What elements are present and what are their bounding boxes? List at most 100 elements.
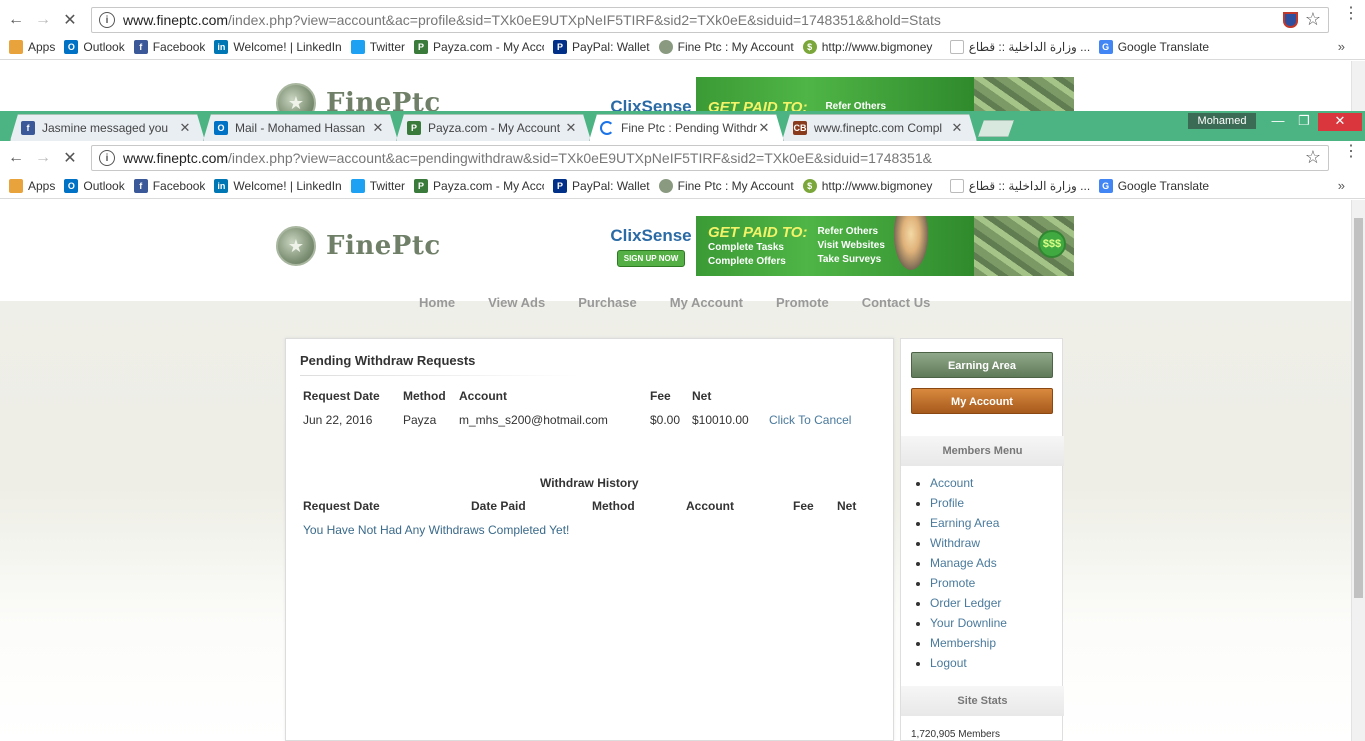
banner-brand: ClixSense xyxy=(610,225,692,245)
clixsense-banner[interactable]: ClixSense SIGN UP NOW GET PAID TO: Compl… xyxy=(606,216,1074,276)
info-icon[interactable]: i xyxy=(99,12,115,28)
col-method: Method xyxy=(403,389,446,403)
bookmark-paypal[interactable]: P PayPal: Wallet xyxy=(553,39,650,54)
back-address-bar[interactable]: i www.fineptc.com/index.php?view=account… xyxy=(91,7,1329,33)
info-icon[interactable]: i xyxy=(99,150,115,166)
cell-net: $10010.00 xyxy=(692,413,749,427)
menu-dots-icon[interactable]: ⋮ xyxy=(1343,6,1359,22)
bookmark-twitter[interactable]: Twitter xyxy=(350,39,405,54)
bookmark-linkedin[interactable]: in Welcome! | LinkedIn xyxy=(214,39,342,54)
bookmark-moi[interactable]: وزارة الداخلية :: قطاع ... xyxy=(949,178,1090,193)
page-scrollbar[interactable] xyxy=(1351,200,1365,741)
bookmark-fineptc[interactable]: Fine Ptc : My Account xyxy=(658,39,794,54)
banner-text: Visit Websites xyxy=(817,240,885,251)
restore-icon[interactable]: ❐ xyxy=(1290,113,1318,131)
bookmark-paypal[interactable]: P PayPal: Wallet xyxy=(553,178,650,193)
nav-promote[interactable]: Promote xyxy=(776,295,829,310)
star-icon[interactable]: ☆ xyxy=(1305,147,1321,168)
bookmark-moi[interactable]: وزارة الداخلية :: قطاع ... xyxy=(949,39,1090,54)
menu-membership[interactable]: Membership xyxy=(930,633,1007,653)
bookmarks-overflow-icon[interactable]: » xyxy=(1338,39,1345,54)
facebook-icon: f xyxy=(133,178,148,193)
back-arrow-icon[interactable]: ← xyxy=(5,147,27,169)
cell-method: Payza xyxy=(403,413,437,427)
forward-arrow-icon[interactable]: → xyxy=(32,147,54,169)
dollar-icon: $ xyxy=(802,178,817,193)
tab-fineptc-complete[interactable]: CB www.fineptc.com Compl ✕ xyxy=(782,114,977,141)
close-tab-icon[interactable]: ✕ xyxy=(564,120,578,136)
banner-text: Take Surveys xyxy=(817,254,882,265)
nav-view-ads[interactable]: View Ads xyxy=(488,295,545,310)
cancel-link[interactable]: Click To Cancel xyxy=(769,413,851,427)
nav-home[interactable]: Home xyxy=(419,295,455,310)
profile-badge[interactable]: Mohamed xyxy=(1188,113,1256,129)
bookmark-linkedin[interactable]: in Welcome! | LinkedIn xyxy=(214,178,342,193)
tab-facebook[interactable]: f Jasmine messaged you ✕ xyxy=(10,114,205,141)
bookmark-fineptc[interactable]: Fine Ptc : My Account xyxy=(658,178,794,193)
nav-contact-us[interactable]: Contact Us xyxy=(862,295,931,310)
earning-area-button[interactable]: Earning Area xyxy=(911,352,1053,378)
tab-fineptc-pending[interactable]: Fine Ptc : Pending Withdr ✕ xyxy=(589,114,784,141)
bookmark-translate[interactable]: G Google Translate xyxy=(1098,39,1209,54)
close-window-icon[interactable]: ✕ xyxy=(1318,113,1362,131)
menu-order-ledger[interactable]: Order Ledger xyxy=(930,593,1007,613)
bookmark-apps[interactable]: Apps xyxy=(9,39,55,54)
menu-logout[interactable]: Logout xyxy=(930,653,1007,673)
stop-loading-icon[interactable]: ✕ xyxy=(59,147,81,169)
menu-earning-area[interactable]: Earning Area xyxy=(930,513,1007,533)
hist-col-net: Net xyxy=(837,499,857,513)
site-logo[interactable]: ★ FinePtc xyxy=(276,226,441,266)
star-icon[interactable]: ☆ xyxy=(1305,9,1321,30)
menu-account[interactable]: Account xyxy=(930,473,1007,493)
bookmark-facebook[interactable]: f Facebook xyxy=(133,178,205,193)
bookmark-apps[interactable]: Apps xyxy=(9,178,55,193)
back-arrow-icon[interactable]: ← xyxy=(5,9,27,31)
hist-col-request-date: Request Date xyxy=(303,499,380,513)
bookmark-outlook[interactable]: O Outlook xyxy=(64,39,125,54)
close-tab-icon[interactable]: ✕ xyxy=(371,120,385,136)
bookmark-bigmoney[interactable]: $ http://www.bigmoney xyxy=(802,178,941,193)
back-clixsense-banner[interactable]: ClixSense GET PAID TO: Refer Others xyxy=(606,77,1074,111)
url-path: /index.php?view=account&ac=profile&sid=T… xyxy=(228,12,941,28)
back-scrollbar[interactable] xyxy=(1351,61,1365,111)
menu-withdraw[interactable]: Withdraw xyxy=(930,533,1007,553)
url-path: /index.php?view=account&ac=pendingwithdr… xyxy=(228,150,932,166)
address-bar[interactable]: i www.fineptc.com/index.php?view=account… xyxy=(91,145,1329,171)
stop-loading-icon[interactable]: ✕ xyxy=(59,9,81,31)
members-menu: Account Profile Earning Area Withdraw Ma… xyxy=(930,473,1007,673)
tab-payza[interactable]: P Payza.com - My Account ✕ xyxy=(396,114,591,141)
nav-my-account[interactable]: My Account xyxy=(670,295,743,310)
bookmark-twitter[interactable]: Twitter xyxy=(350,178,405,193)
shield-extension-icon[interactable] xyxy=(1283,12,1298,28)
tab-mail[interactable]: O Mail - Mohamed Hassan ✕ xyxy=(203,114,398,141)
menu-profile[interactable]: Profile xyxy=(930,493,1007,513)
close-tab-icon[interactable]: ✕ xyxy=(950,120,964,136)
close-tab-icon[interactable]: ✕ xyxy=(757,120,771,136)
payza-icon: P xyxy=(414,39,429,54)
close-tab-icon[interactable]: ✕ xyxy=(178,120,192,136)
bookmark-outlook[interactable]: O Outlook xyxy=(64,178,125,193)
navbar: ← → ✕ i www.fineptc.com/index.php?view=a… xyxy=(0,143,1365,173)
bookmark-payza[interactable]: P Payza.com - My Acco xyxy=(414,39,544,54)
new-tab-button[interactable] xyxy=(978,120,1014,137)
paypal-icon: P xyxy=(553,178,568,193)
payza-icon: P xyxy=(407,121,421,135)
bookmark-facebook[interactable]: f Facebook xyxy=(133,39,205,54)
forward-arrow-icon[interactable]: → xyxy=(32,9,54,31)
bookmarks-overflow-icon[interactable]: » xyxy=(1338,178,1345,193)
menu-manage-ads[interactable]: Manage Ads xyxy=(930,553,1007,573)
nav-purchase[interactable]: Purchase xyxy=(578,295,637,310)
bookmark-translate[interactable]: G Google Translate xyxy=(1098,178,1209,193)
banner-text: Refer Others xyxy=(817,226,879,237)
menu-promote[interactable]: Promote xyxy=(930,573,1007,593)
my-account-button[interactable]: My Account xyxy=(911,388,1053,414)
bookmark-payza[interactable]: P Payza.com - My Acco xyxy=(414,178,544,193)
banner-cash-image: $$$ xyxy=(974,216,1074,276)
menu-dots-icon[interactable]: ⋮ xyxy=(1343,144,1359,160)
twitter-icon xyxy=(350,178,365,193)
bookmark-bigmoney[interactable]: $ http://www.bigmoney xyxy=(802,39,941,54)
banner-signup-button[interactable]: SIGN UP NOW xyxy=(616,249,686,267)
minimize-icon[interactable]: — xyxy=(1264,113,1292,131)
scrollbar-thumb[interactable] xyxy=(1354,218,1363,598)
menu-your-downline[interactable]: Your Downline xyxy=(930,613,1007,633)
